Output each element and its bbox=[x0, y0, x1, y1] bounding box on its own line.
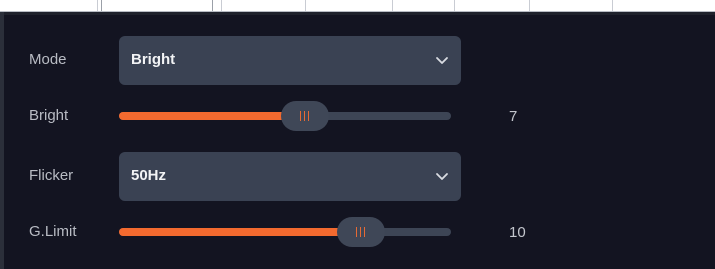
flicker-select[interactable]: 50Hz bbox=[119, 152, 461, 201]
slider-fill bbox=[119, 228, 362, 236]
bright-slider[interactable] bbox=[119, 101, 451, 131]
chevron-down-icon bbox=[436, 173, 448, 180]
bright-label: Bright bbox=[29, 107, 69, 124]
chevron-down-icon bbox=[436, 57, 448, 64]
mode-select-value: Bright bbox=[131, 51, 176, 68]
slider-thumb[interactable] bbox=[337, 217, 386, 247]
tab-strip bbox=[0, 0, 715, 15]
glimit-slider[interactable] bbox=[119, 217, 451, 247]
slider-fill bbox=[119, 112, 305, 120]
glimit-value: 10 bbox=[509, 224, 526, 241]
camera-settings-view: Mode Bright Bright 7 Flicker 50Hz G.Limi… bbox=[0, 0, 715, 269]
glimit-row: G.Limit 10 bbox=[4, 217, 715, 247]
bright-row: Bright 7 bbox=[4, 101, 715, 131]
mode-select[interactable]: Bright bbox=[119, 36, 461, 85]
mode-label: Mode bbox=[29, 51, 67, 68]
flicker-select-value: 50Hz bbox=[131, 167, 167, 184]
slider-thumb[interactable] bbox=[280, 101, 329, 131]
bright-value: 7 bbox=[509, 108, 518, 125]
mode-row: Mode Bright bbox=[4, 36, 715, 85]
glimit-label: G.Limit bbox=[29, 223, 77, 240]
grip-icon bbox=[355, 227, 367, 237]
settings-panel: Mode Bright Bright 7 Flicker 50Hz G.Limi… bbox=[4, 15, 715, 269]
flicker-label: Flicker bbox=[29, 167, 74, 184]
flicker-row: Flicker 50Hz bbox=[4, 152, 715, 201]
grip-icon bbox=[299, 111, 311, 121]
